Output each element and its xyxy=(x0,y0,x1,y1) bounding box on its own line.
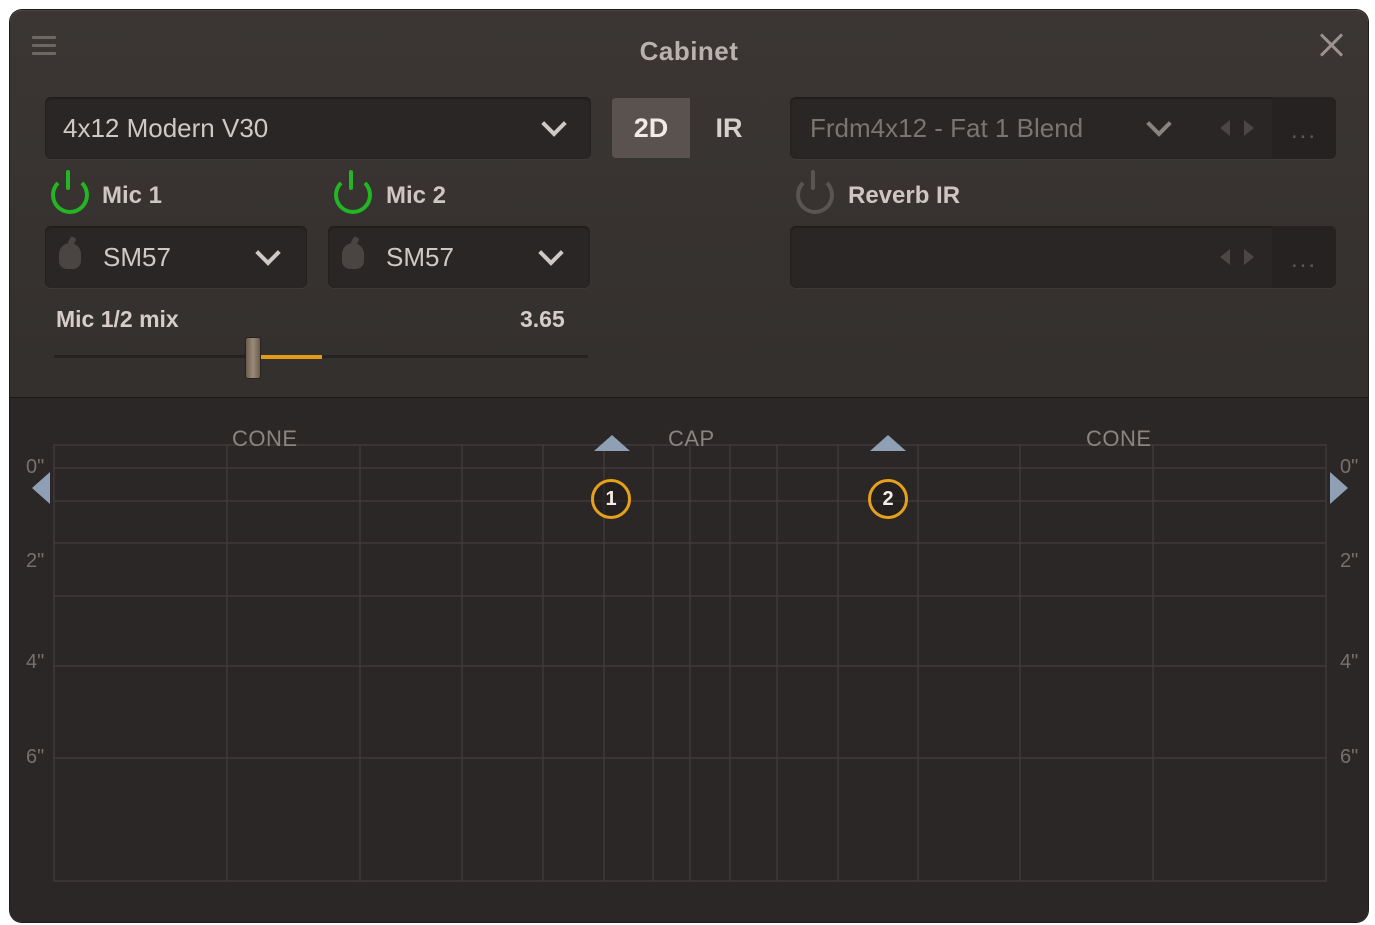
arrow-left-icon[interactable] xyxy=(1220,249,1230,265)
ir-more-button[interactable]: ... xyxy=(1272,97,1336,159)
zone-label-cone-left: CONE xyxy=(232,426,298,451)
mic2-model: SM57 xyxy=(386,242,454,272)
ir-select[interactable]: Frdm4x12 - Fat 1 Blend ... xyxy=(790,97,1336,159)
mic1-label: Mic 1 xyxy=(102,182,163,209)
mic2-horizontal-arrow-icon[interactable] xyxy=(870,435,906,451)
more-icon: ... xyxy=(1290,246,1317,273)
depth-label-left-0: 0" xyxy=(26,456,45,478)
reverb-ir-label: Reverb IR xyxy=(848,182,961,209)
arrow-right-icon[interactable] xyxy=(1244,249,1254,265)
chevron-down-icon xyxy=(255,240,281,266)
mic1-horizontal-arrow-icon[interactable] xyxy=(594,435,630,451)
placement-grid xyxy=(53,444,1327,882)
mic-placement-area[interactable]: CONE CAP CONE 0" 2" 4" 6" 0" 2" 4" 6" 1 … xyxy=(10,397,1368,922)
depth-label-left-6: 6" xyxy=(26,746,45,768)
mic2-power-icon[interactable] xyxy=(334,170,372,214)
mix-label: Mic 1/2 mix xyxy=(56,306,179,332)
mode-toggle: 2D IR xyxy=(612,98,768,158)
reverb-power-icon[interactable] xyxy=(796,170,834,214)
mic2-select[interactable]: SM57 xyxy=(328,226,590,288)
more-icon: ... xyxy=(1290,117,1317,144)
chevron-down-icon xyxy=(1146,111,1172,137)
mode-2d-button[interactable]: 2D xyxy=(612,98,690,158)
mode-ir-button[interactable]: IR xyxy=(690,98,768,158)
depth-label-left-4: 4" xyxy=(26,651,45,673)
depth-label-right-0: 0" xyxy=(1340,456,1359,478)
microphone-icon xyxy=(342,243,364,269)
chevron-down-icon xyxy=(541,111,567,137)
cabinet-select[interactable]: 4x12 Modern V30 xyxy=(45,97,591,159)
window-title: Cabinet xyxy=(639,36,739,66)
chevron-down-icon xyxy=(538,240,564,266)
ir-select-value: Frdm4x12 - Fat 1 Blend xyxy=(810,113,1084,143)
mic1-model: SM57 xyxy=(103,242,171,272)
mix-slider[interactable] xyxy=(54,337,588,379)
microphone-icon xyxy=(59,243,81,269)
depth-label-left-2: 2" xyxy=(26,550,45,572)
zone-label-cone-right: CONE xyxy=(1086,426,1152,451)
mix-value: 3.65 xyxy=(520,306,565,332)
reverb-ir-more-button[interactable]: ... xyxy=(1272,226,1336,288)
zone-label-cap: CAP xyxy=(668,426,715,451)
mic1-position-marker[interactable]: 1 xyxy=(591,479,631,519)
close-icon[interactable] xyxy=(1314,28,1348,62)
mix-slider-fill xyxy=(257,355,322,359)
depth-label-right-6: 6" xyxy=(1340,746,1359,768)
cabinet-select-value: 4x12 Modern V30 xyxy=(63,113,269,143)
cabinet-window: Cabinet 4x12 Modern V30 2D IR Frdm4x12 -… xyxy=(10,10,1368,922)
reverb-ir-select[interactable]: ... xyxy=(790,226,1336,288)
arrow-left-icon[interactable] xyxy=(1220,120,1230,136)
mic1-select[interactable]: SM57 xyxy=(45,226,307,288)
mic2-position-marker[interactable]: 2 xyxy=(868,479,908,519)
depth-label-right-2: 2" xyxy=(1340,550,1359,572)
mic1-power-icon[interactable] xyxy=(51,170,89,214)
mic2-label: Mic 2 xyxy=(386,182,447,209)
depth-label-right-4: 4" xyxy=(1340,651,1359,673)
arrow-right-icon[interactable] xyxy=(1244,120,1254,136)
mix-slider-handle[interactable] xyxy=(244,337,261,379)
